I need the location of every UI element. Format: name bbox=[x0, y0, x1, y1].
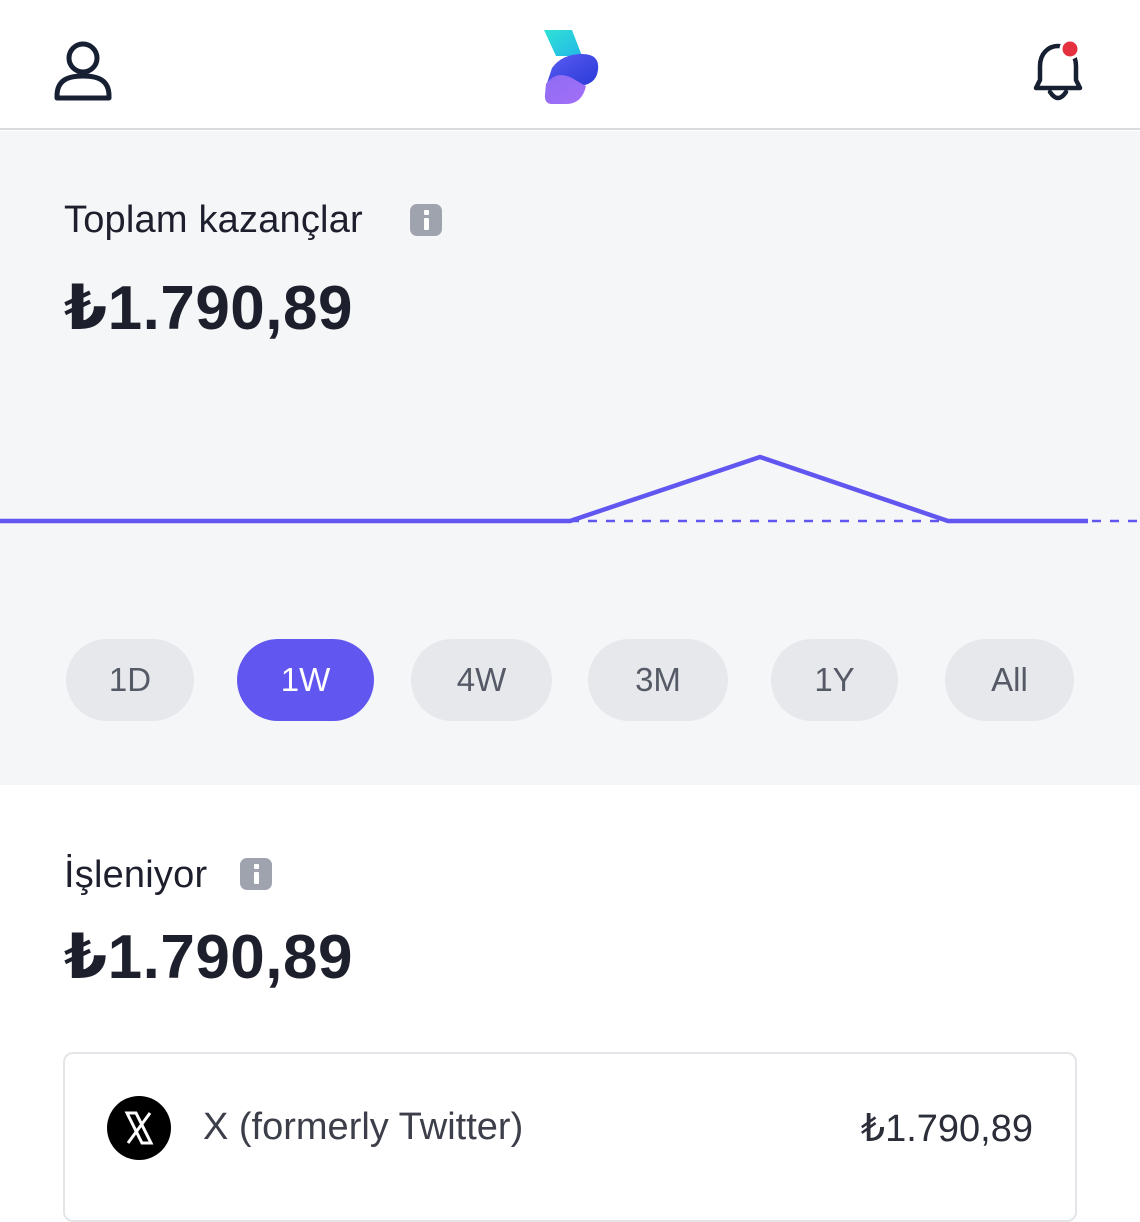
range-button-4w[interactable]: 4W bbox=[411, 639, 552, 721]
source-name: X (formerly Twitter) bbox=[203, 1106, 524, 1148]
processing-title: İşleniyor bbox=[64, 854, 208, 896]
range-button-all[interactable]: All bbox=[945, 639, 1074, 721]
app-logo-icon[interactable] bbox=[538, 28, 602, 108]
range-button-1y[interactable]: 1Y bbox=[771, 639, 898, 721]
earning-source-card[interactable]: X (formerly Twitter) ₺1.790,89 bbox=[63, 1052, 1077, 1222]
bell-icon[interactable] bbox=[1026, 36, 1090, 106]
user-icon[interactable] bbox=[52, 40, 114, 104]
total-earnings-section: Toplam kazançlar ₺1.790,89 1D 1W 4W 3M 1Y All bbox=[0, 131, 1140, 785]
info-icon[interactable] bbox=[410, 204, 442, 236]
range-button-3m[interactable]: 3M bbox=[588, 639, 728, 721]
total-earnings-amount: ₺1.790,89 bbox=[64, 274, 353, 343]
info-icon[interactable] bbox=[240, 858, 272, 890]
range-button-1d[interactable]: 1D bbox=[66, 639, 194, 721]
source-amount: ₺1.790,89 bbox=[860, 1108, 1033, 1150]
top-bar bbox=[0, 0, 1140, 130]
processing-amount: ₺1.790,89 bbox=[64, 923, 353, 992]
x-logo-icon bbox=[107, 1096, 171, 1160]
total-earnings-title: Toplam kazançlar bbox=[64, 199, 363, 241]
earnings-chart bbox=[0, 454, 1140, 524]
chart-series-line bbox=[0, 454, 1088, 524]
notification-dot bbox=[1059, 38, 1081, 60]
range-button-1w[interactable]: 1W bbox=[237, 639, 374, 721]
